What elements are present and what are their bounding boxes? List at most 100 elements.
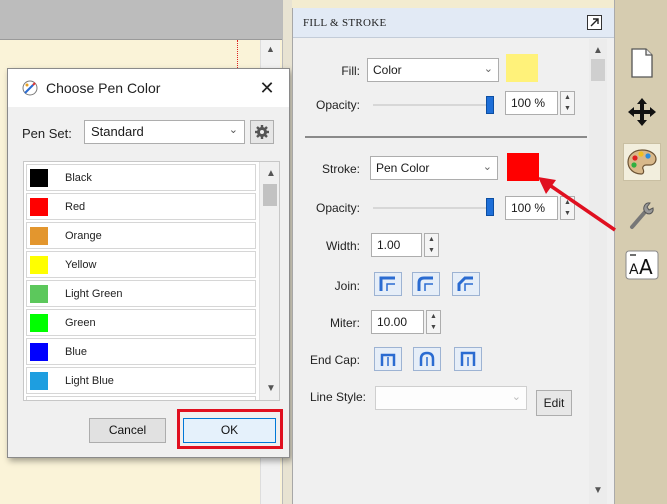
close-icon[interactable]: ✕ [255,76,279,100]
stroke-opacity-slider-thumb[interactable] [486,198,494,216]
stroke-type-value: Pen Color [376,161,430,175]
fill-color-swatch[interactable] [506,54,538,82]
join-bevel-button[interactable] [452,272,480,296]
color-row-blue[interactable]: Blue [26,338,256,365]
move-icon [628,98,656,126]
color-row-red[interactable]: Red [26,193,256,220]
fill-opacity-label: Opacity: [315,98,360,112]
fill-stroke-tool[interactable] [623,143,661,181]
pen-color-icon [22,80,38,96]
stroke-type-select[interactable]: Pen Color ⌄ [370,156,498,180]
color-name: Green [65,317,96,329]
miter-label: Miter: [330,316,360,330]
edit-line-style-button[interactable]: Edit [536,390,572,416]
width-field[interactable]: 1.00 [371,233,422,257]
join-label: Join: [334,279,360,293]
page-icon [631,48,653,78]
color-row-purple[interactable] [26,396,256,400]
panel-header: FILL & STROKE [293,8,614,38]
document-margin-guide [237,40,238,70]
cap-round-button[interactable] [413,347,441,371]
color-swatch [30,198,48,216]
color-name: Orange [65,230,102,242]
fill-opacity-slider[interactable] [373,104,491,106]
stroke-label: Stroke: [321,162,360,176]
chevron-down-icon: ⌄ [483,63,493,75]
miter-spinner[interactable]: ▲ ▼ [426,310,441,334]
cancel-button[interactable]: Cancel [89,418,166,443]
stroke-opacity-slider[interactable] [373,207,491,209]
miter-join-icon [379,276,395,291]
color-row-orange[interactable]: Orange [26,222,256,249]
join-round-button[interactable] [412,272,440,296]
color-swatch [30,343,48,361]
line-style-label: Line Style: [309,390,366,404]
fill-opacity-spinner[interactable]: ▲ ▼ [560,91,575,115]
color-name: Light Blue [65,375,114,387]
scroll-up-icon[interactable]: ▲ [266,168,276,179]
color-name: Blue [65,346,88,358]
color-row-black[interactable]: Black [26,164,256,191]
restore-icon[interactable] [587,15,602,30]
svg-text:A: A [629,262,639,278]
settings-tool[interactable] [623,196,661,234]
page-tool[interactable] [623,44,661,82]
scroll-up-icon[interactable]: ▲ [266,44,275,54]
line-style-select[interactable]: ⌄ [375,386,527,410]
scroll-thumb[interactable] [263,184,277,206]
text-size-tool[interactable]: A A [623,246,661,284]
color-row-light-blue[interactable]: Light Blue [26,367,256,394]
fill-opacity-field[interactable]: 100 % [505,91,558,115]
cap-square-button[interactable] [454,347,482,371]
cap-butt-button[interactable] [374,347,402,371]
gear-icon [255,125,269,139]
stroke-opacity-label: Opacity: [315,201,360,215]
color-name: Yellow [65,259,97,271]
miter-field[interactable]: 10.00 [371,310,424,334]
palette-icon [627,149,657,175]
color-swatch [30,256,48,274]
join-miter-button[interactable] [374,272,402,296]
panel-scrollbar[interactable]: ▲ ▼ [589,39,607,504]
scroll-up-icon[interactable]: ▲ [593,45,603,56]
color-swatch [30,372,48,390]
width-spinner[interactable]: ▲ ▼ [424,233,439,257]
document-toolbar [0,0,292,40]
color-row-yellow[interactable]: Yellow [26,251,256,278]
scroll-down-icon[interactable]: ▼ [266,383,276,394]
move-tool[interactable] [623,93,661,131]
color-list-scrollbar[interactable]: ▲ ▼ [259,162,279,400]
square-cap-icon [460,351,476,366]
pen-set-select[interactable]: Standard ⌄ [84,120,245,144]
color-swatch [30,314,48,332]
color-row-green[interactable]: Green [26,309,256,336]
svg-text:A: A [639,255,653,279]
panel-title: FILL & STROKE [303,17,387,29]
chevron-down-icon: ⌄ [482,161,492,173]
scroll-thumb[interactable] [591,59,605,81]
scroll-down-icon[interactable]: ▼ [593,485,603,496]
fill-label: Fill: [341,64,360,78]
tool-sidebar: A A [614,0,667,504]
color-row-light-green[interactable]: Light Green [26,280,256,307]
choose-pen-color-dialog: Choose Pen Color ✕ Pen Set: Standard ⌄ B… [7,68,290,458]
ok-button-highlight [177,409,283,449]
wrench-icon [630,202,654,229]
end-cap-label: End Cap: [309,353,360,367]
round-join-icon [417,276,433,291]
section-divider [305,136,587,138]
pen-set-settings-button[interactable] [250,120,274,144]
color-swatch [30,285,48,303]
fill-type-select[interactable]: Color ⌄ [367,58,499,82]
color-swatch [30,169,48,187]
color-name: Light Green [65,288,123,300]
fill-type-value: Color [373,63,402,77]
color-name: Red [65,201,86,213]
butt-cap-icon [380,353,396,366]
color-name: Black [65,172,92,184]
width-label: Width: [325,239,360,253]
fill-stroke-panel: FILL & STROKE Fill: Color ⌄ Opacity: 100… [292,8,614,504]
pen-set-label: Pen Set: [22,126,72,141]
chevron-down-icon: ⌄ [228,124,238,136]
fill-opacity-slider-thumb[interactable] [486,96,494,114]
